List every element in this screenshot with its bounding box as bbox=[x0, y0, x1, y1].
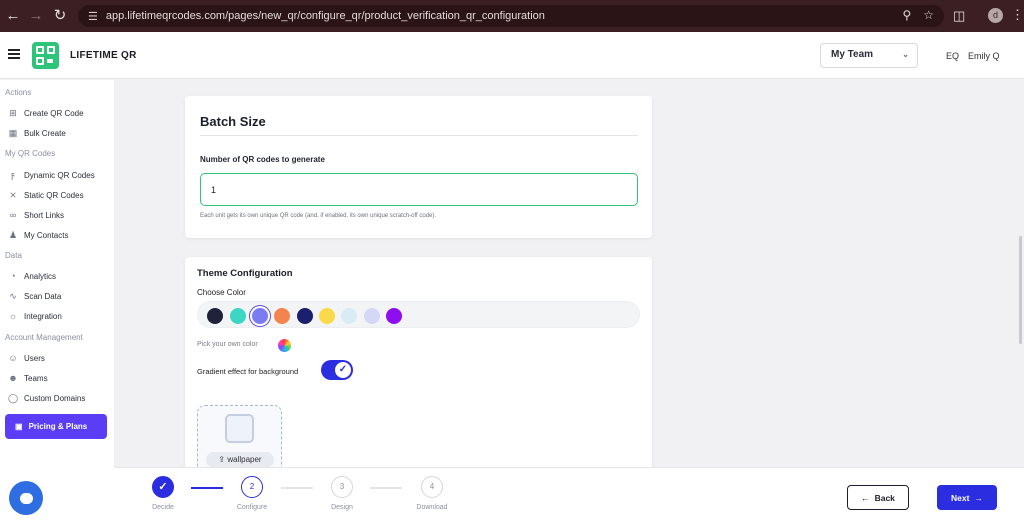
sidebar-item-dynamic-qr-codes[interactable]: ϝ Dynamic QR Codes bbox=[8, 170, 95, 180]
step-4-label: Download bbox=[416, 504, 448, 511]
step-3-circle: 3 bbox=[331, 476, 353, 498]
address-bar[interactable]: ☰ app.lifetimeqrcodes.com/pages/new_qr/c… bbox=[78, 5, 944, 27]
pick-own-color-label: Pick your own color bbox=[197, 341, 258, 348]
color-swatch[interactable] bbox=[252, 308, 268, 324]
bookmark-star-icon[interactable]: ☆ bbox=[923, 8, 934, 22]
sidebar-item-integration[interactable]: ☼ Integration bbox=[8, 311, 62, 321]
bulb-icon: ☼ bbox=[8, 311, 18, 321]
color-swatch[interactable] bbox=[207, 308, 223, 324]
shield-icon: ◯ bbox=[8, 393, 19, 403]
gradient-effect-label: Gradient effect for background bbox=[197, 367, 299, 376]
color-swatch[interactable] bbox=[319, 308, 335, 324]
team-select-value: My Team bbox=[831, 49, 874, 60]
url-text: app.lifetimeqrcodes.com/pages/new_qr/con… bbox=[105, 10, 545, 22]
wizard-footer: ✓ Decide 2 Configure 3 Design 4 Download… bbox=[114, 467, 1024, 524]
link-icon: ∞ bbox=[9, 210, 17, 220]
back-button[interactable]: ← Back bbox=[847, 485, 909, 510]
reload-icon[interactable]: ↻ bbox=[48, 6, 72, 24]
sidebar-item-scan-data[interactable]: ∿ Scan Data bbox=[8, 291, 61, 301]
grid-icon: ▦ bbox=[8, 128, 18, 138]
browser-menu-icon[interactable]: ⋮ bbox=[1011, 7, 1024, 23]
gradient-effect-toggle[interactable]: ✓ bbox=[321, 360, 353, 380]
browser-toolbar: ← → ↻ ☰ app.lifetimeqrcodes.com/pages/ne… bbox=[0, 0, 1024, 32]
image-placeholder-icon bbox=[225, 414, 254, 443]
pricing-plans-button[interactable]: ▣ Pricing & Plans bbox=[5, 414, 107, 439]
batch-size-title: Batch Size bbox=[200, 114, 266, 129]
user-plus-icon: ☺ bbox=[8, 353, 18, 363]
user-initials[interactable]: EQ bbox=[946, 51, 959, 61]
color-wheel-icon[interactable] bbox=[278, 339, 291, 352]
qr-count-label: Number of QR codes to generate bbox=[200, 155, 325, 164]
step-3-label: Design bbox=[331, 504, 353, 511]
theme-configuration-title: Theme Configuration bbox=[197, 268, 293, 279]
color-swatch[interactable] bbox=[230, 308, 246, 324]
sidebar-section-my-qr-codes: My QR Codes bbox=[5, 149, 56, 158]
chevron-down-icon: ⌄ bbox=[902, 50, 909, 59]
upload-icon: ⇪ bbox=[218, 455, 226, 464]
team-select[interactable]: My Team ⌄ bbox=[820, 43, 918, 68]
hamburger-menu-icon[interactable] bbox=[8, 49, 20, 59]
sidebar-section-data: Data bbox=[5, 251, 22, 260]
theme-configuration-card: Theme Configuration Choose Color Pick yo… bbox=[185, 257, 652, 472]
step-1-circle: ✓ bbox=[152, 476, 174, 498]
sidebar-item-custom-domains[interactable]: ◯ Custom Domains bbox=[8, 393, 85, 403]
batch-size-card: Batch Size Number of QR codes to generat… bbox=[185, 96, 652, 238]
sidebar-item-short-links[interactable]: ∞ Short Links bbox=[8, 210, 64, 220]
card-icon: ▣ bbox=[15, 422, 23, 431]
sidebar-section-actions: Actions bbox=[5, 88, 32, 97]
chat-support-button[interactable] bbox=[9, 481, 43, 515]
step-4-circle: 4 bbox=[421, 476, 443, 498]
site-settings-icon[interactable]: ☰ bbox=[88, 10, 98, 23]
wallpaper-upload[interactable]: ⇪ wallpaper bbox=[197, 405, 282, 472]
step-connector bbox=[191, 487, 223, 489]
sidebar-item-bulk-create[interactable]: ▦ Bulk Create bbox=[8, 128, 66, 138]
page-scrollbar[interactable] bbox=[1019, 236, 1022, 344]
sidebar-item-teams[interactable]: ☻ Teams bbox=[8, 373, 47, 383]
qr-count-help-text: Each unit gets its own unique QR code (a… bbox=[200, 213, 437, 219]
sidebar-item-users[interactable]: ☺ Users bbox=[8, 353, 45, 363]
brand-logo bbox=[32, 42, 59, 69]
zoom-icon[interactable]: ⚲ bbox=[902, 8, 911, 22]
wallpaper-upload-button[interactable]: ⇪ wallpaper bbox=[206, 452, 274, 468]
sidebar-item-my-contacts[interactable]: ♟ My Contacts bbox=[8, 230, 69, 240]
arrow-right-icon: → bbox=[974, 492, 983, 503]
sidebar-item-static-qr-codes[interactable]: ⨯ Static QR Codes bbox=[8, 190, 83, 200]
arrow-left-icon: ← bbox=[861, 492, 870, 503]
back-arrow-icon[interactable]: ← bbox=[1, 7, 25, 24]
sidebar-item-analytics[interactable]: ◔ Analytics bbox=[8, 271, 56, 281]
divider bbox=[200, 135, 638, 136]
extensions-icon[interactable]: ◫ bbox=[953, 8, 965, 24]
color-swatch[interactable] bbox=[297, 308, 313, 324]
step-connector bbox=[370, 487, 402, 489]
qr-count-input[interactable] bbox=[200, 173, 638, 206]
users-icon: ☻ bbox=[8, 373, 18, 383]
sidebar: Actions ⊞ Create QR Code ▦ Bulk Create My … bbox=[0, 80, 114, 524]
user-name[interactable]: Emily Q bbox=[968, 51, 1000, 61]
sidebar-item-create-qr-code[interactable]: ⊞ Create QR Code bbox=[8, 108, 83, 118]
step-connector bbox=[281, 487, 313, 489]
step-2-circle: 2 bbox=[241, 476, 263, 498]
step-2-label: Configure bbox=[236, 504, 268, 511]
app-header: LIFETIME QR My Team ⌄ EQ Emily Q bbox=[0, 32, 1024, 79]
color-palette bbox=[197, 301, 640, 328]
pie-chart-icon: ◔ bbox=[10, 271, 16, 281]
bolt-off-icon: ⨯ bbox=[9, 190, 17, 200]
activity-icon: ∿ bbox=[9, 291, 17, 301]
color-swatch[interactable] bbox=[274, 308, 290, 324]
step-1-label: Decide bbox=[152, 504, 174, 511]
choose-color-label: Choose Color bbox=[197, 288, 246, 297]
plus-square-icon: ⊞ bbox=[9, 108, 17, 118]
sidebar-section-account-management: Account Management bbox=[5, 333, 83, 342]
color-swatch[interactable] bbox=[364, 308, 380, 324]
profile-avatar[interactable]: d bbox=[988, 8, 1003, 23]
contacts-icon: ♟ bbox=[8, 230, 18, 240]
chat-bubble-icon bbox=[19, 492, 33, 504]
brand-name: LIFETIME QR bbox=[70, 50, 137, 61]
forward-arrow-icon[interactable]: → bbox=[24, 7, 48, 24]
checkmark-icon: ✓ bbox=[335, 362, 351, 378]
color-swatch[interactable] bbox=[341, 308, 357, 324]
bolt-icon: ϝ bbox=[11, 170, 15, 180]
next-button[interactable]: Next → bbox=[937, 485, 997, 510]
color-swatch[interactable] bbox=[386, 308, 402, 324]
